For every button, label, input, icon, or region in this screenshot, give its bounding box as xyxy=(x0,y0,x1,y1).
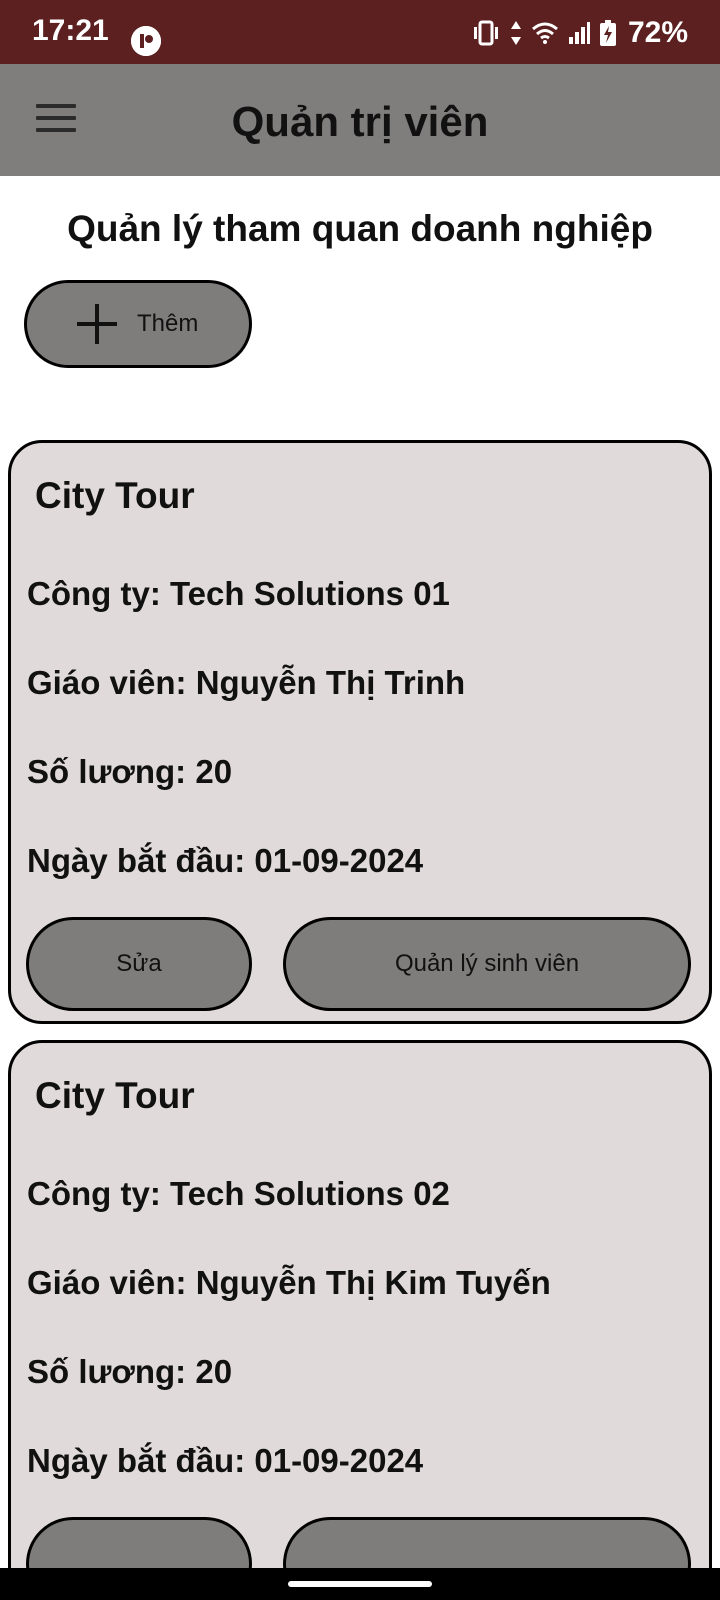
vibrate-icon xyxy=(473,20,498,46)
wifi-icon xyxy=(531,22,558,44)
battery-charging-icon xyxy=(599,20,616,46)
status-bar: 17:21 72% xyxy=(0,0,720,64)
tour-start-date: Ngày bắt đầu: 01-09-2024 xyxy=(27,1442,424,1479)
plus-icon xyxy=(77,304,117,344)
add-button-label: Thêm xyxy=(137,310,199,337)
manage-students-button[interactable]: Quản lý sinh viên xyxy=(283,917,691,1011)
tour-card: City Tour Công ty: Tech Solutions 02 Giá… xyxy=(8,1040,712,1600)
tour-title: City Tour xyxy=(35,475,195,516)
tour-company: Công ty: Tech Solutions 02 xyxy=(27,1175,450,1212)
app-bar: Quản trị viên xyxy=(0,64,720,176)
tour-teacher: Giáo viên: Nguyễn Thị Trinh xyxy=(27,664,466,701)
data-arrows-icon xyxy=(510,21,521,45)
home-gesture-handle[interactable] xyxy=(288,1581,432,1587)
status-time: 17:21 xyxy=(32,14,109,47)
notification-app-icon xyxy=(131,26,161,56)
system-navigation-bar xyxy=(0,1568,720,1600)
tour-card: City Tour Công ty: Tech Solutions 01 Giá… xyxy=(8,440,712,1024)
tour-teacher: Giáo viên: Nguyễn Thị Kim Tuyến xyxy=(27,1264,551,1301)
tour-quantity: Số lương: 20 xyxy=(27,1353,233,1390)
add-button[interactable]: Thêm xyxy=(24,280,252,368)
cell-signal-icon xyxy=(568,22,590,44)
page-heading: Quản lý tham quan doanh nghiệp xyxy=(67,208,653,249)
status-icons: 72% xyxy=(472,16,688,49)
tour-quantity: Số lương: 20 xyxy=(27,753,233,790)
edit-button[interactable]: Sửa xyxy=(26,917,252,1011)
tour-start-date: Ngày bắt đầu: 01-09-2024 xyxy=(27,842,424,879)
app-title: Quản trị viên xyxy=(231,98,489,145)
tour-company: Công ty: Tech Solutions 01 xyxy=(27,575,450,612)
screen: 17:21 72% Quản trị viên Quản lý tham qua… xyxy=(0,0,720,1600)
battery-percentage: 72% xyxy=(627,16,688,49)
tour-title: City Tour xyxy=(35,1075,195,1116)
